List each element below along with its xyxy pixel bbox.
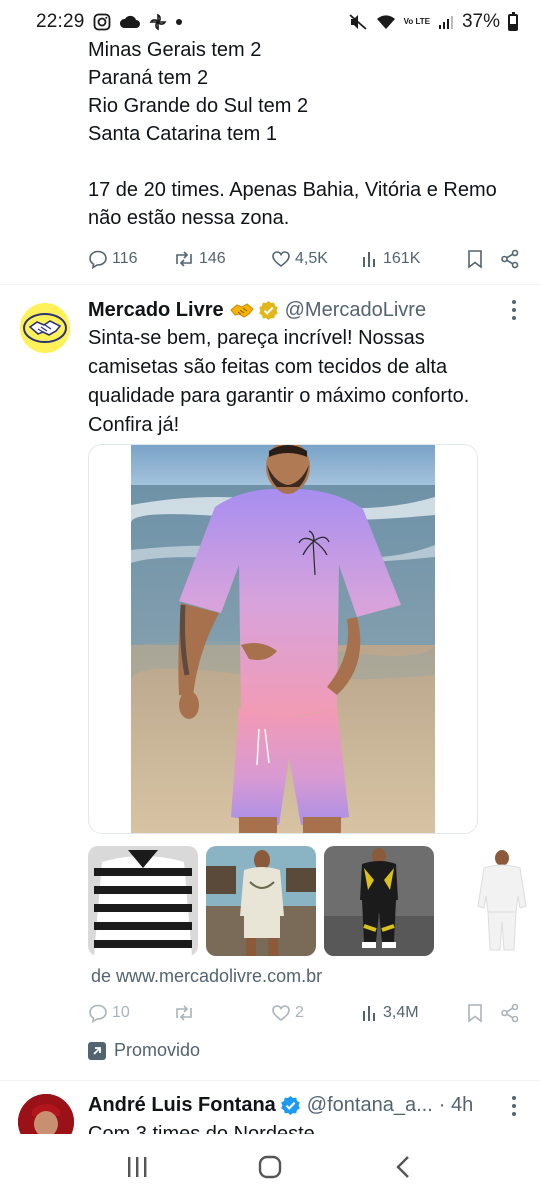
share-icon	[501, 249, 519, 269]
mute-icon	[348, 13, 368, 31]
like-count: 4,5K	[295, 250, 328, 267]
tweet-time[interactable]: · 4h	[439, 1094, 473, 1117]
view-count: 3,4M	[383, 1004, 419, 1021]
system-nav-bar	[0, 1134, 540, 1200]
author-handle[interactable]: @MercadoLivre	[285, 299, 426, 322]
tweet-line: não estão nessa zona.	[88, 207, 290, 229]
battery-percent: 37%	[461, 11, 500, 32]
product-thumbnail[interactable]	[324, 846, 434, 956]
bookmark-button[interactable]	[466, 1003, 484, 1023]
heart-icon	[272, 251, 290, 268]
like-count: 2	[295, 1004, 304, 1021]
back-icon	[396, 1156, 410, 1178]
bookmark-button[interactable]	[466, 249, 484, 269]
divider	[0, 1080, 540, 1081]
share-button[interactable]	[500, 1003, 520, 1023]
more-options-icon[interactable]	[510, 1096, 518, 1116]
battery-icon	[508, 11, 518, 31]
heart-icon	[272, 1005, 290, 1022]
product-card-main[interactable]	[88, 444, 478, 834]
bookmark-icon	[468, 250, 482, 269]
pinwheel-icon	[149, 13, 167, 31]
tweet-text: Sinta-se bem, pareça incrível! Nossas ca…	[88, 327, 470, 436]
tweet-header: Mercado Livre @MercadoLivre	[88, 296, 528, 324]
views-button[interactable]: 3,4M	[361, 1003, 456, 1023]
reply-icon	[89, 250, 107, 269]
author-name[interactable]: Mercado Livre	[88, 299, 224, 322]
signal-icon	[438, 14, 454, 30]
reply-count: 10	[112, 1004, 130, 1021]
retweet-icon	[176, 1005, 192, 1021]
reply-icon	[89, 1004, 107, 1023]
tweet-line: Rio Grande do Sul tem 2	[88, 95, 309, 117]
tweet-line: Santa Catarina tem 1	[88, 123, 277, 145]
like-button[interactable]: 2	[271, 1003, 361, 1023]
author-handle[interactable]: @fontana_a...	[307, 1094, 433, 1117]
tweet-line: Minas Gerais tem 2	[88, 39, 262, 61]
share-icon	[501, 1003, 519, 1023]
status-time: 22:29	[36, 11, 85, 32]
promoted-text: Promovido	[114, 1040, 201, 1060]
verified-blue-icon	[280, 1095, 301, 1116]
views-icon	[363, 252, 375, 267]
wifi-icon	[376, 14, 396, 30]
reply-button[interactable]: 10	[88, 1003, 173, 1023]
promoted-label: Promovido	[88, 1040, 200, 1061]
views-button[interactable]: 161K	[361, 249, 456, 269]
promoted-arrow-icon	[88, 1041, 106, 1060]
retweet-button[interactable]: 146	[173, 249, 271, 269]
tweet-line: Paraná tem 2	[88, 67, 209, 89]
bookmark-icon	[468, 1004, 482, 1023]
tweet-line: 17 de 20 times. Apenas Bahia, Vitória e …	[88, 179, 497, 201]
verified-gold-icon	[258, 300, 279, 321]
tweet-actions-prev: 116 146 4,5K 161K	[88, 244, 520, 274]
tweet-header: André Luis Fontana @fontana_a... · 4h	[88, 1090, 508, 1120]
ad-link[interactable]: de www.mercadolivre.com.br	[91, 966, 322, 987]
product-thumbnail[interactable]	[442, 846, 540, 956]
volte-icon: Vo LTE	[403, 17, 430, 26]
tweet-text-prev: Minas Gerais tem 2 Paraná tem 2 Rio Gran…	[88, 36, 528, 232]
retweet-icon	[176, 251, 192, 267]
back-button[interactable]	[373, 1142, 433, 1192]
handshake-emoji-icon	[229, 301, 254, 319]
retweet-button[interactable]	[173, 1003, 271, 1023]
tweet-text: Com 3 times do Nordeste	[88, 1123, 315, 1134]
share-button[interactable]	[500, 249, 520, 269]
view-count: 161K	[383, 250, 421, 267]
recent-apps-button[interactable]	[107, 1142, 167, 1192]
home-icon	[258, 1155, 282, 1179]
notification-dot-icon	[175, 18, 183, 26]
product-thumbnail[interactable]	[206, 846, 316, 956]
product-image-main[interactable]	[131, 445, 435, 834]
avatar[interactable]	[20, 303, 70, 353]
tweet-text-clip: Com 3 times do Nordeste	[88, 1120, 518, 1134]
recent-apps-icon	[127, 1157, 147, 1177]
views-icon	[363, 1006, 375, 1021]
instagram-icon	[93, 13, 111, 31]
like-button[interactable]: 4,5K	[271, 249, 361, 269]
product-thumbnail[interactable]	[88, 846, 198, 956]
tweet-actions-ad: 10 2 3,4M	[88, 998, 520, 1028]
divider	[0, 284, 540, 285]
reply-button[interactable]: 116	[88, 249, 173, 269]
retweet-count: 146	[199, 250, 226, 267]
mercadolivre-logo-icon	[23, 313, 67, 343]
home-button[interactable]	[240, 1142, 300, 1192]
more-options-icon[interactable]	[510, 300, 518, 320]
reply-count: 116	[112, 250, 138, 267]
product-carousel[interactable]	[88, 846, 540, 958]
author-name[interactable]: André Luis Fontana	[88, 1094, 276, 1117]
cloud-icon	[119, 14, 141, 30]
